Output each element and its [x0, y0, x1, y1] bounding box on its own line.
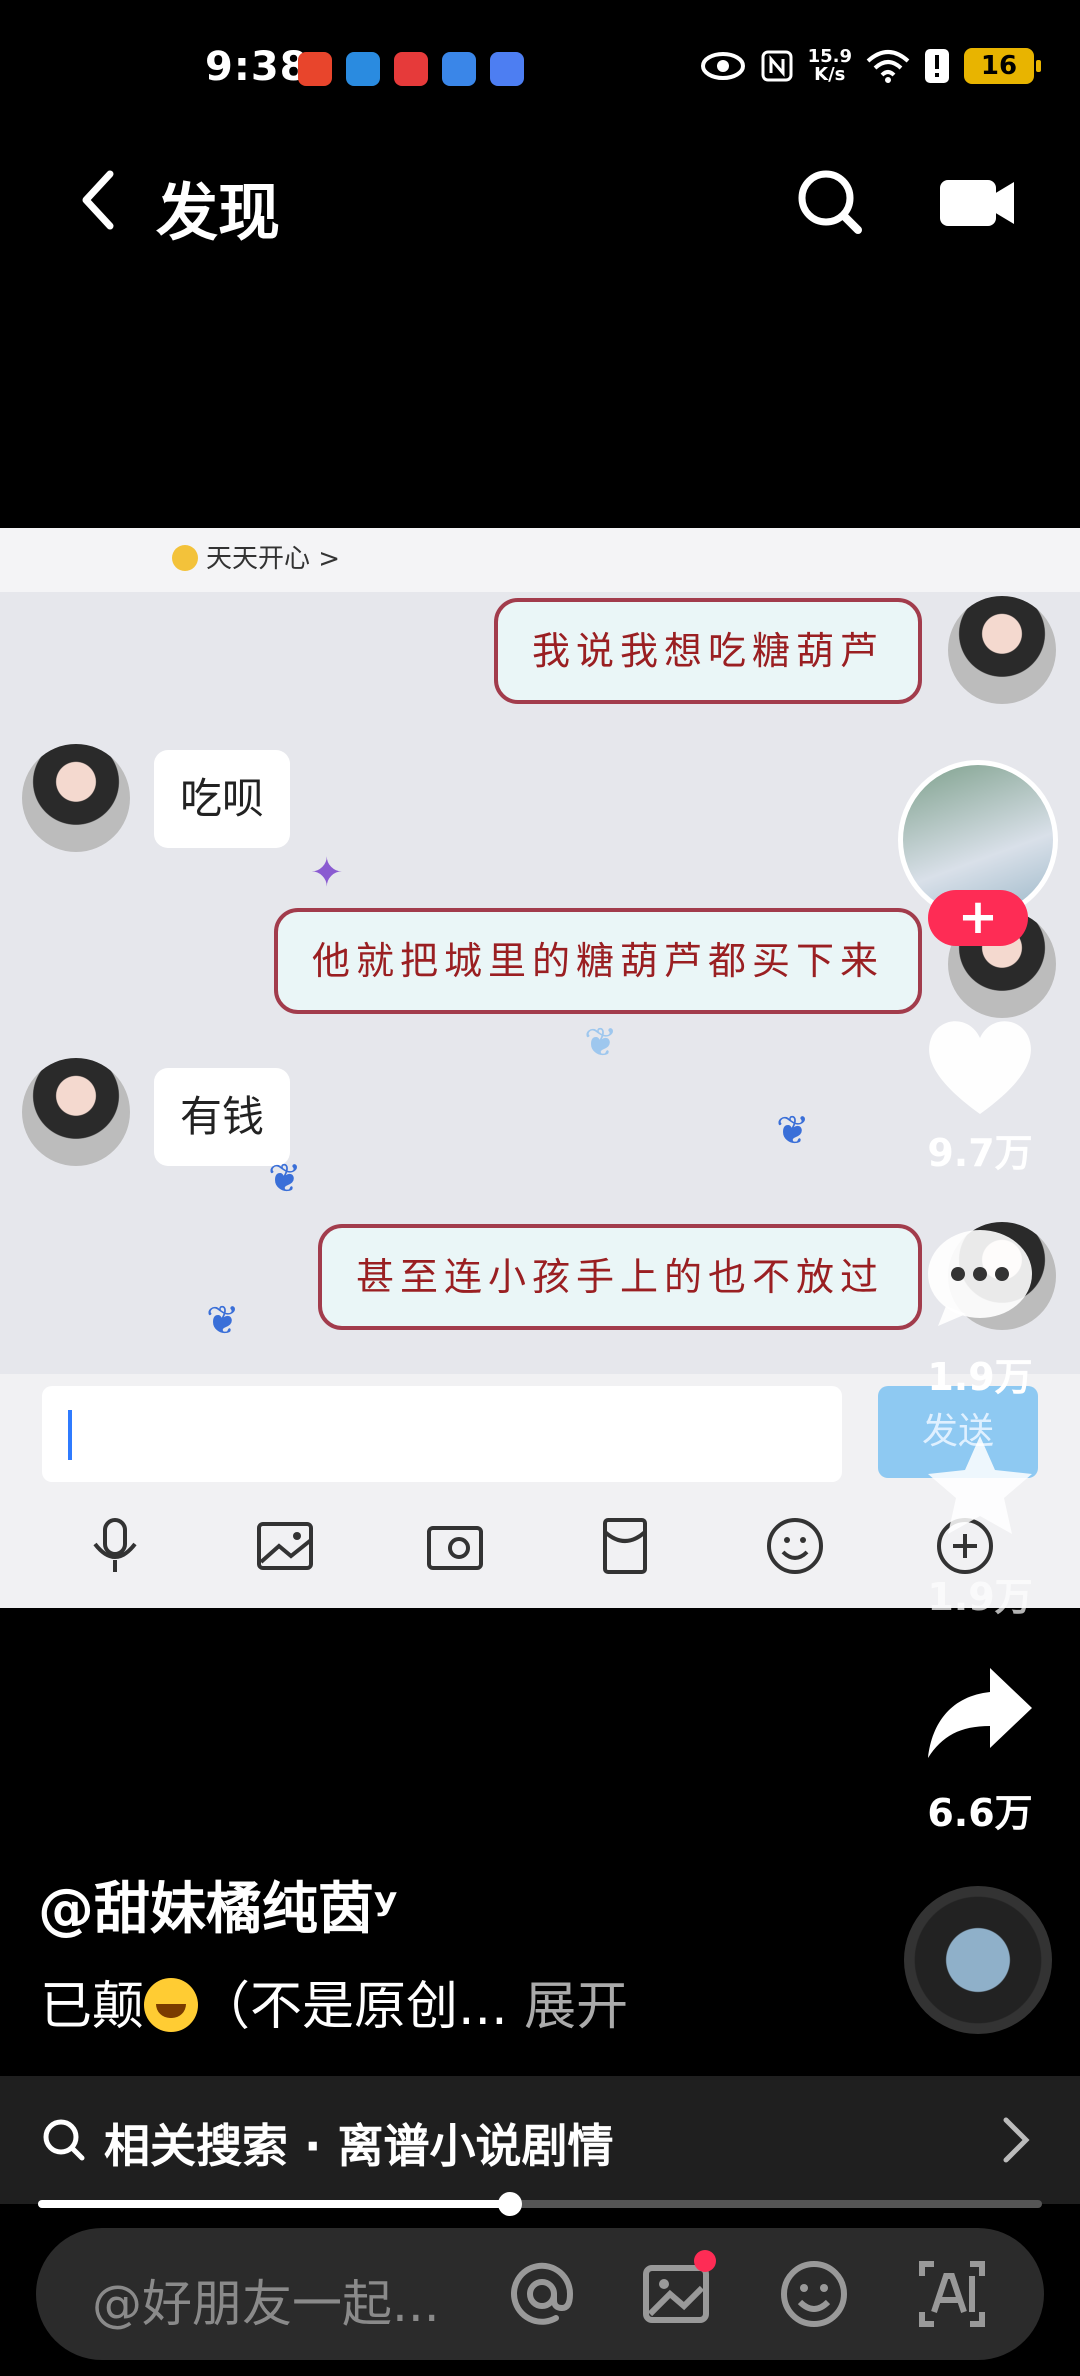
chat-bubble-left: 吃呗 — [154, 750, 291, 848]
shopping-app-icon — [298, 52, 332, 86]
share-icon[interactable] — [920, 1660, 1040, 1770]
status-right: 15.9 K/s 16 — [700, 48, 1041, 84]
notification-dot — [694, 2250, 716, 2272]
page-title: 发现 — [156, 176, 281, 249]
butterfly-icon: ❦ — [584, 1020, 618, 1066]
ai-icon[interactable] — [916, 2258, 988, 2330]
progress-knob[interactable] — [497, 2192, 522, 2216]
avatar — [22, 1058, 130, 1166]
avatar — [948, 596, 1056, 704]
text-caret — [68, 1410, 72, 1460]
battery-indicator: 16 — [964, 48, 1041, 84]
back-arrow-icon[interactable] — [62, 160, 142, 240]
chat-bubble-right: 他就把城里的糖葫芦都买下来 — [273, 908, 922, 1014]
red-packet-icon — [603, 1518, 647, 1574]
weather-app-icon — [442, 52, 476, 86]
butterfly-icon: ✦ — [310, 850, 344, 896]
camera-icon[interactable] — [932, 162, 1022, 242]
expand-link[interactable]: 展开 — [524, 1977, 628, 2037]
butterfly-icon: ❦ — [268, 1156, 302, 1202]
favorite-count: 1.9万 — [927, 1575, 1033, 1619]
related-search-bar[interactable]: 相关搜索 · 离谱小说剧情 — [0, 2076, 1080, 2204]
chat-header: 天天开心 > — [0, 528, 1080, 592]
comment-count: 1.9万 — [927, 1355, 1033, 1399]
at-mention-icon[interactable] — [506, 2258, 578, 2330]
video-description[interactable]: 已颠 （不是原创... 展开 — [40, 1964, 628, 2039]
emoji-icon — [767, 1518, 823, 1574]
microphone-icon — [93, 1518, 137, 1572]
message-app-icon — [346, 52, 380, 86]
chat-bubble-right: 甚至连小孩手上的也不放过 — [317, 1224, 922, 1330]
chat-status-text: 天天开心 > — [206, 544, 341, 574]
butterfly-icon: ❦ — [776, 1108, 810, 1154]
heart-icon[interactable] — [920, 1010, 1040, 1120]
status-bar: 9:38 15.9 K/s 16 — [0, 0, 1080, 140]
progress-fill — [38, 2200, 510, 2208]
top-header: 发现 — [0, 140, 1080, 260]
image-icon — [257, 1522, 313, 1570]
emoji-icon[interactable] — [778, 2258, 850, 2330]
camera-icon — [427, 1526, 483, 1570]
status-time: 9:38 — [205, 44, 309, 90]
star-icon[interactable] — [920, 1430, 1040, 1540]
music-disc[interactable] — [904, 1886, 1052, 2034]
music-app-icon — [490, 52, 524, 86]
comment-icon[interactable] — [920, 1222, 1040, 1332]
laughing-emoji-icon — [144, 1978, 199, 2032]
alert-icon — [925, 49, 949, 83]
video-player[interactable]: 天天开心 > 我说我想吃糖葫芦 吃呗 他就把城里的糖葫芦都买下来 有钱 甚至连小… — [0, 528, 1080, 1608]
mail-app-icon — [394, 52, 428, 86]
comment-input[interactable]: @好朋友一起... — [92, 2264, 440, 2336]
chevron-right-icon — [1003, 2117, 1030, 2163]
network-speed-unit: K/s — [814, 64, 846, 85]
follow-button[interactable]: + — [928, 890, 1028, 946]
like-count: 9.7万 — [927, 1131, 1033, 1175]
wifi-icon — [866, 50, 910, 83]
chat-bubble-right: 我说我想吃糖葫芦 — [493, 598, 922, 704]
smile-emoji-icon — [172, 545, 198, 571]
chat-input-field — [42, 1386, 842, 1482]
network-speed: 15.9 K/s — [808, 48, 852, 84]
related-search-text: 相关搜索 · 离谱小说剧情 — [104, 2119, 614, 2173]
comment-bar[interactable]: @好朋友一起... — [36, 2228, 1044, 2360]
chat-status: 天天开心 > — [172, 538, 340, 575]
chat-bubble-left: 有钱 — [154, 1068, 291, 1166]
butterfly-icon: ❦ — [206, 1298, 240, 1344]
video-progress-bar[interactable] — [38, 2192, 1042, 2216]
search-icon[interactable] — [790, 162, 870, 242]
share-count: 6.6万 — [927, 1791, 1033, 1835]
avatar — [22, 744, 130, 852]
search-icon — [43, 2119, 85, 2161]
notification-icons — [298, 52, 524, 86]
author-name[interactable]: @甜妹橘纯茵ʸ — [38, 1864, 397, 1945]
description-text: 已颠 — [40, 1977, 145, 2037]
eye-icon — [700, 52, 745, 80]
nfc-icon — [761, 50, 793, 82]
description-text-continued: （不是原创... — [198, 1977, 525, 2037]
